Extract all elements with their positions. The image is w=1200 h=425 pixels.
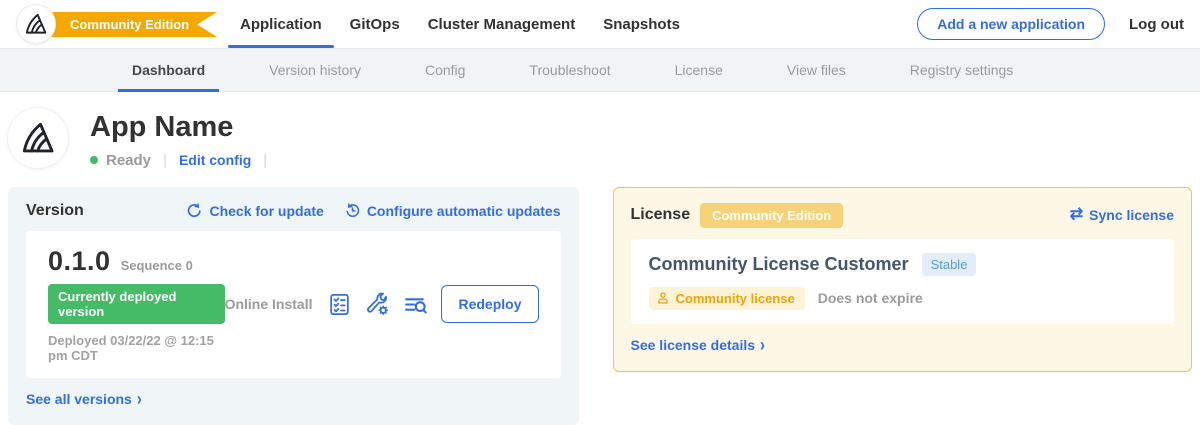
divider: | bbox=[263, 152, 267, 169]
add-new-application-button[interactable]: Add a new application bbox=[917, 8, 1105, 40]
edit-config-link[interactable]: Edit config bbox=[179, 152, 251, 168]
replicated-logo-icon bbox=[20, 120, 56, 156]
see-all-versions-link[interactable]: See all versions › bbox=[26, 391, 142, 408]
customer-name: Community License Customer bbox=[649, 254, 909, 275]
tab-license[interactable]: License bbox=[661, 49, 737, 91]
chevron-right-icon: › bbox=[760, 335, 765, 356]
license-summary-panel: Community License Customer Stable Commun… bbox=[631, 239, 1175, 324]
app-logo[interactable] bbox=[17, 5, 55, 43]
customer-row: Community License Customer Stable bbox=[649, 253, 1157, 276]
app-status-row: Ready | Edit config | bbox=[90, 152, 279, 169]
version-card-title: Version bbox=[26, 202, 84, 220]
app-avatar bbox=[8, 108, 68, 168]
app-header-text: App Name Ready | Edit config | bbox=[90, 108, 279, 169]
license-card: License Community Edition ⇄ Sync license… bbox=[613, 187, 1193, 373]
divider: | bbox=[163, 152, 167, 169]
sync-license-link[interactable]: ⇄ Sync license bbox=[1070, 207, 1174, 223]
currently-deployed-badge: Currently deployed version bbox=[48, 284, 225, 324]
config-values-icon[interactable] bbox=[365, 292, 390, 317]
sequence-label: Sequence 0 bbox=[121, 258, 193, 273]
check-update-icon bbox=[186, 202, 203, 219]
app-header: App Name Ready | Edit config | bbox=[0, 92, 1200, 187]
see-license-details-link[interactable]: See license details › bbox=[631, 337, 766, 354]
nav-item-cluster-management[interactable]: Cluster Management bbox=[414, 0, 590, 48]
redeploy-button[interactable]: Redeploy bbox=[441, 285, 538, 323]
status-dot bbox=[90, 156, 98, 164]
tab-dashboard[interactable]: Dashboard bbox=[118, 49, 219, 91]
brand: Community Edition bbox=[0, 0, 212, 48]
check-for-update-link[interactable]: Check for update bbox=[186, 202, 323, 219]
version-number: 0.1.0 bbox=[48, 246, 111, 277]
tab-config[interactable]: Config bbox=[411, 49, 479, 91]
status-text: Ready bbox=[106, 152, 151, 169]
top-navbar: Community Edition Application GitOps Clu… bbox=[0, 0, 1200, 48]
version-card-actions: Check for update Configure automatic upd… bbox=[186, 202, 560, 219]
deploy-logs-icon[interactable] bbox=[403, 292, 428, 317]
sync-icon: ⇄ bbox=[1070, 207, 1083, 223]
license-card-header: License Community Edition ⇄ Sync license bbox=[631, 203, 1175, 228]
auto-update-icon bbox=[344, 202, 361, 219]
preflight-checks-icon[interactable] bbox=[327, 292, 352, 317]
topnav-right: Add a new application Log out bbox=[917, 8, 1200, 40]
version-card-header: Version Check for update Configure au bbox=[26, 202, 561, 220]
tab-troubleshoot[interactable]: Troubleshoot bbox=[515, 49, 624, 91]
dashboard-cards: Version Check for update Configure au bbox=[0, 187, 1200, 425]
license-card-title: License bbox=[631, 206, 691, 224]
chevron-right-icon: › bbox=[137, 389, 142, 410]
logout-link[interactable]: Log out bbox=[1129, 16, 1184, 33]
tab-version-history[interactable]: Version history bbox=[255, 49, 375, 91]
page-title: App Name bbox=[90, 112, 279, 144]
community-edition-label: Community Edition bbox=[70, 17, 189, 32]
tab-registry-settings[interactable]: Registry settings bbox=[896, 49, 1027, 91]
install-type-label: Online Install bbox=[225, 296, 313, 312]
primary-nav: Application GitOps Cluster Management Sn… bbox=[226, 0, 694, 48]
tab-view-files[interactable]: View files bbox=[773, 49, 860, 91]
license-card-actions: ⇄ Sync license bbox=[1070, 207, 1174, 223]
nav-item-snapshots[interactable]: Snapshots bbox=[589, 0, 694, 48]
configure-automatic-updates-link[interactable]: Configure automatic updates bbox=[344, 202, 561, 219]
current-version-panel: 0.1.0 Sequence 0 Currently deployed vers… bbox=[26, 231, 561, 378]
nav-item-gitops[interactable]: GitOps bbox=[336, 0, 414, 48]
expiry-text: Does not expire bbox=[818, 290, 923, 306]
community-edition-ribbon: Community Edition bbox=[36, 12, 217, 37]
version-actions: Online Install bbox=[225, 285, 539, 323]
app-tabs-bar: Dashboard Version history Config Trouble… bbox=[0, 48, 1200, 92]
channel-badge: Stable bbox=[922, 253, 977, 276]
replicated-logo-icon bbox=[24, 12, 48, 36]
license-user-icon bbox=[656, 291, 670, 305]
community-edition-badge: Community Edition bbox=[700, 203, 843, 228]
nav-item-application[interactable]: Application bbox=[226, 0, 336, 48]
community-license-badge: Community license bbox=[649, 287, 805, 310]
license-type-row: Community license Does not expire bbox=[649, 287, 1157, 310]
version-line: 0.1.0 Sequence 0 bbox=[48, 246, 225, 277]
version-card: Version Check for update Configure au bbox=[8, 187, 579, 425]
deployed-timestamp: Deployed 03/22/22 @ 12:15 pm CDT bbox=[48, 333, 225, 363]
current-version-info: 0.1.0 Sequence 0 Currently deployed vers… bbox=[48, 246, 225, 363]
